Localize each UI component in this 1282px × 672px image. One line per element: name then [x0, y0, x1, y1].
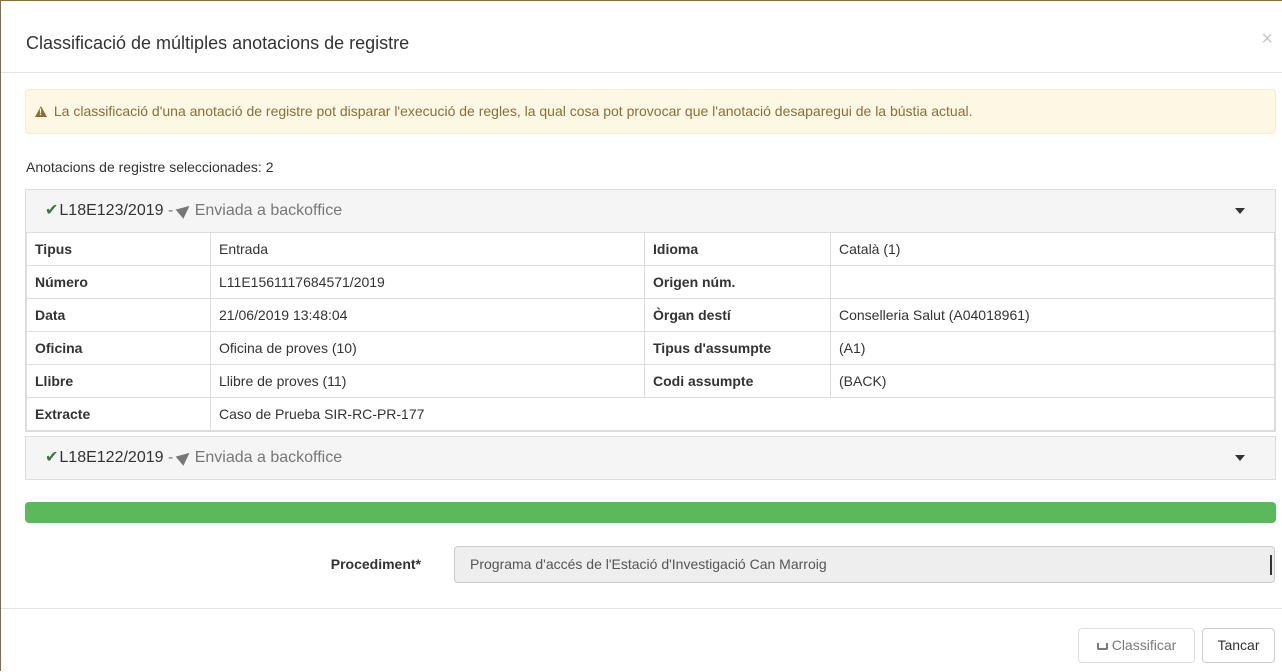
- paper-plane-icon: [175, 448, 194, 466]
- classify-label: Classificar: [1111, 637, 1177, 653]
- paper-plane-icon: [175, 201, 194, 219]
- inbox-icon: [1096, 643, 1108, 650]
- label-cell: Idioma: [644, 232, 831, 266]
- modal-title: Classificació de múltiples anotacions de…: [26, 33, 410, 53]
- close-button[interactable]: Tancar: [1202, 628, 1275, 663]
- value-cell: Entrada: [210, 232, 645, 266]
- annotation-state: Enviada a backoffice: [194, 202, 343, 219]
- procediment-label: Procediment*: [330, 556, 421, 572]
- classify-modal: Classificació de múltiples anotacions de…: [0, 0, 1282, 671]
- label-cell: Llibre: [26, 364, 211, 398]
- annotation-heading[interactable]: ✔L18E123/2019 - Enviada a backoffice: [26, 190, 1275, 232]
- label-cell: Número: [26, 265, 211, 299]
- table-row: Data 21/06/2019 13:48:04 Òrgan destí Con…: [26, 298, 1275, 332]
- value-cell: Llibre de proves (11): [210, 364, 645, 398]
- procediment-selected-value: Programa d'accés de l'Estació d'Investig…: [470, 556, 827, 572]
- check-icon: ✔: [45, 202, 59, 219]
- value-cell: [830, 265, 1275, 299]
- label-cell: Codi assumpte: [644, 364, 831, 398]
- table-row: Oficina Oficina de proves (10) Tipus d'a…: [26, 331, 1275, 365]
- table-row: Número L11E1561117684571/2019 Origen núm…: [26, 265, 1275, 299]
- warning-alert: La classificació d'una anotació de regis…: [25, 89, 1276, 134]
- close-icon[interactable]: ×: [1261, 29, 1273, 49]
- selected-count: Anotacions de registre seleccionades: 2: [26, 159, 274, 175]
- caret-down-icon[interactable]: [1235, 208, 1245, 214]
- value-cell: Caso de Prueba SIR-RC-PR-177: [210, 397, 1275, 431]
- label-cell: Extracte: [26, 397, 211, 431]
- select-arrow-icon: [1270, 555, 1272, 575]
- modal-header: Classificació de múltiples anotacions de…: [1, 1, 1282, 73]
- value-cell: Català (1): [830, 232, 1275, 266]
- caret-down-icon[interactable]: [1235, 455, 1245, 461]
- value-cell: Oficina de proves (10): [210, 331, 645, 365]
- label-cell: Data: [26, 298, 211, 332]
- value-cell: (A1): [830, 331, 1275, 365]
- annotation-heading[interactable]: ✔L18E122/2019 - Enviada a backoffice: [26, 437, 1275, 479]
- label-cell: Origen núm.: [644, 265, 831, 299]
- table-row: Tipus Entrada Idioma Català (1): [26, 232, 1275, 266]
- check-icon: ✔: [45, 449, 59, 466]
- annotation-panel: ✔L18E122/2019 - Enviada a backoffice: [25, 436, 1276, 480]
- progress-fill: [25, 502, 1276, 523]
- annotation-detail-table: Tipus Entrada Idioma Català (1) Número L…: [26, 232, 1275, 431]
- table-row: Llibre Llibre de proves (11) Codi assump…: [26, 364, 1275, 398]
- modal-footer: Classificar Tancar: [1, 608, 1282, 672]
- annotation-panel: ✔L18E123/2019 - Enviada a backoffice Tip…: [25, 189, 1276, 432]
- table-row: Extracte Caso de Prueba SIR-RC-PR-177: [26, 397, 1275, 431]
- label-cell: Tipus d'assumpte: [644, 331, 831, 365]
- annotation-code: L18E122/2019: [59, 449, 164, 466]
- classify-button[interactable]: Classificar: [1078, 628, 1195, 663]
- warning-icon: [35, 106, 47, 117]
- progress-bar: [25, 502, 1276, 523]
- annotation-state: Enviada a backoffice: [194, 449, 343, 466]
- label-cell: Tipus: [26, 232, 211, 266]
- value-cell: L11E1561117684571/2019: [210, 265, 645, 299]
- procediment-select[interactable]: Programa d'accés de l'Estació d'Investig…: [454, 546, 1275, 583]
- label-cell: Òrgan destí: [644, 298, 831, 332]
- alert-text: La classificació d'una anotació de regis…: [53, 103, 973, 119]
- value-cell: (BACK): [830, 364, 1275, 398]
- label-cell: Oficina: [26, 331, 211, 365]
- annotation-code: L18E123/2019: [59, 202, 164, 219]
- value-cell: Conselleria Salut (A04018961): [830, 298, 1275, 332]
- value-cell: 21/06/2019 13:48:04: [210, 298, 645, 332]
